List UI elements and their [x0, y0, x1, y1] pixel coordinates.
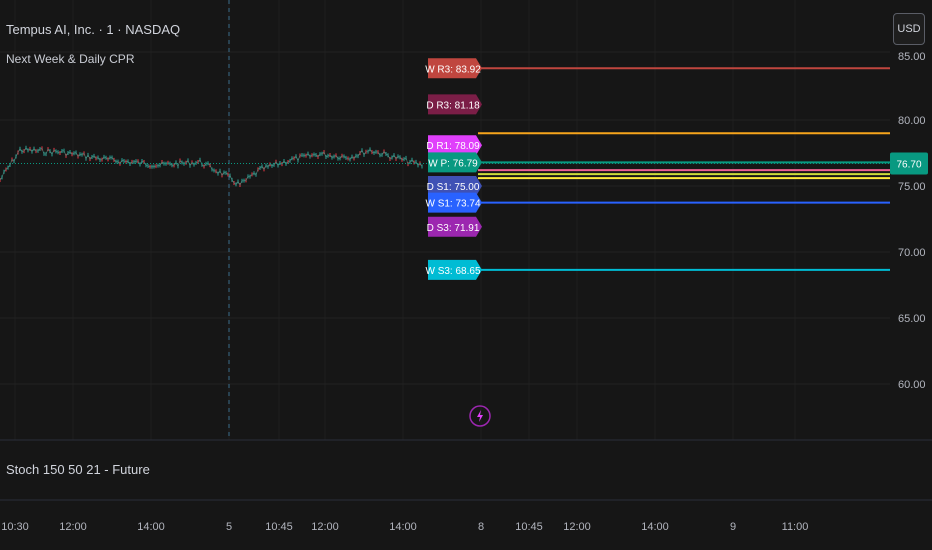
svg-text:D R3: 81.18: D R3: 81.18: [426, 100, 480, 111]
time-tick-label: 9: [730, 521, 736, 533]
price-tick-label: 60.00: [898, 379, 926, 391]
time-axis[interactable]: 10:30 12:00 14:00 5 10:45 12:00 14:00 8 10:45 12:…: [1, 521, 808, 533]
time-tick-label: 8: [478, 521, 484, 533]
level-label[interactable]: W S3: 68.65: [425, 259, 482, 280]
price-tick-label: 65.00: [898, 313, 926, 325]
svg-text:W R3: 83.92: W R3: 83.92: [425, 64, 481, 75]
indicator-title[interactable]: Next Week & Daily CPR: [6, 52, 134, 66]
price-axis[interactable]: 80.00 75.00 70.00 65.00 60.00 85.00 76.70: [890, 51, 928, 391]
svg-text:D S3: 71.91: D S3: 71.91: [427, 223, 480, 234]
level-label[interactable]: W R3: 83.92: [425, 58, 482, 79]
price-tick-label-partial: 85.00: [898, 51, 926, 63]
price-tick-label: 75.00: [898, 181, 926, 193]
symbol-title[interactable]: Tempus AI, Inc. · 1 · NASDAQ: [6, 22, 180, 37]
level-label[interactable]: D R3: 81.18: [426, 94, 482, 115]
currency-button[interactable]: USD: [893, 13, 925, 45]
svg-text:W S1: 73.74: W S1: 73.74: [425, 199, 480, 210]
lightning-icon[interactable]: [469, 405, 491, 427]
level-label[interactable]: W S1: 73.74: [425, 192, 482, 213]
level-label[interactable]: D S3: 71.91: [427, 216, 482, 237]
time-tick-label: 12:00: [59, 521, 87, 533]
time-tick-label: 12:00: [311, 521, 339, 533]
time-tick-label: 14:00: [641, 521, 669, 533]
time-tick-label: 10:45: [265, 521, 293, 533]
time-tick-label: 10:30: [1, 521, 29, 533]
time-tick-label: 10:45: [515, 521, 543, 533]
svg-text:D S1: 75.00: D S1: 75.00: [427, 182, 480, 193]
level-lines: [478, 67, 890, 271]
time-tick-label: 12:00: [563, 521, 591, 533]
level-label[interactable]: D R1: 78.09: [426, 135, 482, 156]
time-tick-label: 14:00: [137, 521, 165, 533]
price-path: [0, 147, 423, 186]
price-series: [0, 145, 423, 187]
svg-text:D R1: 78.09: D R1: 78.09: [426, 141, 480, 152]
time-tick-label: 5: [226, 521, 232, 533]
svg-text:W P: 76.79: W P: 76.79: [428, 158, 478, 169]
lower-pane-title[interactable]: Stoch 150 50 21 - Future: [6, 462, 150, 477]
price-tick-label: 80.00: [898, 115, 926, 127]
time-tick-label: 14:00: [389, 521, 417, 533]
current-price-label: 76.70: [896, 160, 921, 171]
price-tick-label: 70.00: [898, 247, 926, 259]
svg-text:W S3: 68.65: W S3: 68.65: [425, 266, 480, 277]
level-labels: W R3: 83.92 D R3: 81.18 D R1: 78.09 W P: 76…: [425, 58, 482, 280]
time-tick-label: 11:00: [782, 521, 809, 533]
level-label[interactable]: W P: 76.79: [428, 152, 482, 173]
